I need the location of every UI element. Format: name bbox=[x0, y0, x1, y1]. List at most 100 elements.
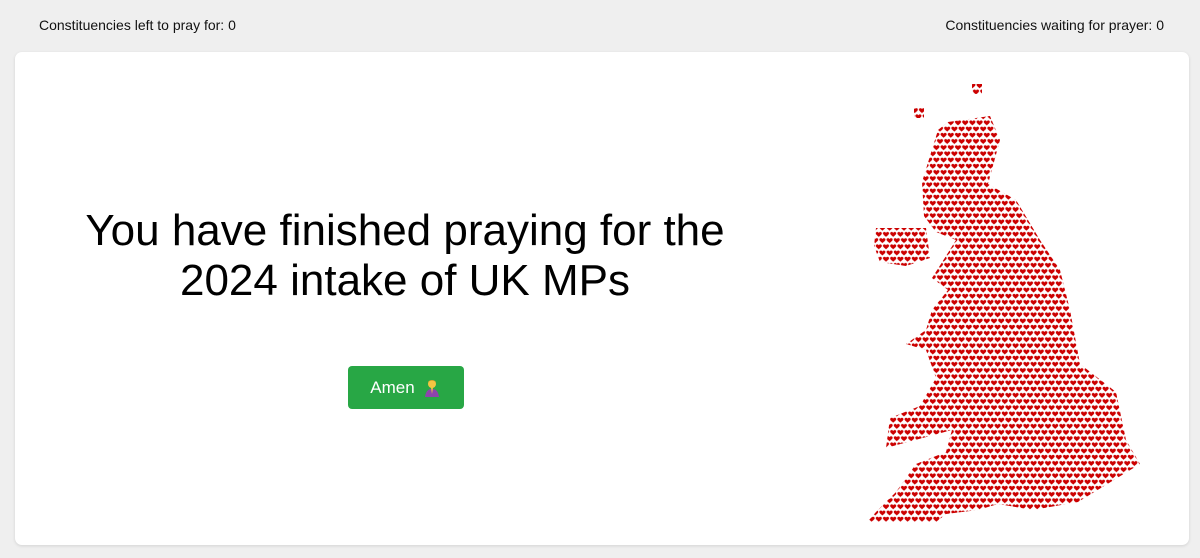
heart-icon bbox=[954, 454, 962, 461]
heart-icon bbox=[903, 157, 912, 164]
heart-icon bbox=[965, 410, 973, 418]
heart-icon bbox=[1051, 324, 1059, 331]
heart-icon bbox=[853, 479, 861, 486]
heart-icon bbox=[840, 133, 846, 138]
heart-icon bbox=[1073, 485, 1081, 492]
heart-icon bbox=[840, 232, 846, 237]
heart-icon bbox=[829, 139, 835, 144]
heart-icon bbox=[1080, 386, 1088, 393]
heart-icon bbox=[1022, 212, 1031, 219]
heart-icon bbox=[939, 330, 948, 337]
heart-icon bbox=[1047, 417, 1056, 424]
heart-icon bbox=[1094, 225, 1103, 232]
heart-icon bbox=[929, 200, 937, 207]
heart-icon bbox=[1040, 231, 1049, 238]
heart-icon bbox=[990, 280, 998, 287]
heart-icon bbox=[1033, 293, 1041, 300]
heart-icon bbox=[1146, 510, 1152, 515]
heart-icon bbox=[903, 379, 912, 387]
heart-icon bbox=[925, 144, 933, 151]
heart-icon bbox=[957, 150, 966, 157]
heart-icon bbox=[1073, 348, 1081, 356]
heart-icon bbox=[1066, 77, 1072, 82]
heart-icon bbox=[832, 133, 838, 138]
heart-icon bbox=[957, 138, 966, 145]
heart-icon bbox=[972, 138, 980, 145]
heart-icon bbox=[1130, 373, 1139, 380]
heart-icon bbox=[986, 386, 995, 393]
heart-icon bbox=[979, 138, 987, 145]
heart-icon bbox=[983, 367, 991, 374]
heart-icon bbox=[1098, 144, 1106, 151]
amen-button[interactable]: Amen bbox=[348, 366, 464, 409]
heart-icon bbox=[889, 355, 897, 362]
heart-icon bbox=[965, 262, 973, 269]
heart-icon bbox=[954, 132, 962, 139]
heart-icon bbox=[871, 287, 879, 294]
heart-icon bbox=[903, 268, 912, 275]
heart-icon bbox=[1112, 84, 1121, 89]
heart-icon bbox=[908, 77, 914, 82]
heart-icon bbox=[889, 218, 897, 226]
heart-icon bbox=[875, 206, 883, 213]
heart-icon bbox=[1127, 318, 1135, 325]
heart-icon bbox=[968, 417, 977, 424]
heart-icon bbox=[986, 175, 995, 182]
heart-icon bbox=[1076, 293, 1085, 300]
heart-icon bbox=[1022, 336, 1031, 343]
heart-icon bbox=[1112, 305, 1121, 312]
heart-icon bbox=[1065, 448, 1074, 455]
heart-icon bbox=[1087, 200, 1095, 207]
heart-icon bbox=[1119, 293, 1128, 300]
heart-icon bbox=[1047, 206, 1056, 213]
heart-icon bbox=[1153, 164, 1158, 169]
heart-icon bbox=[975, 392, 984, 399]
heart-icon bbox=[1142, 195, 1148, 200]
heart-icon bbox=[1055, 280, 1063, 287]
heart-icon bbox=[1062, 491, 1070, 498]
heart-icon bbox=[1112, 355, 1121, 362]
heart-icon bbox=[911, 206, 919, 213]
heart-icon bbox=[961, 466, 969, 473]
heart-icon bbox=[1029, 423, 1038, 430]
heart-icon bbox=[911, 231, 919, 238]
heart-icon bbox=[983, 392, 991, 399]
heart-icon bbox=[872, 77, 878, 82]
heart-icon bbox=[1011, 355, 1020, 362]
heart-icon bbox=[1026, 181, 1034, 188]
uk-heart-map bbox=[829, 77, 1158, 522]
heart-icon bbox=[1134, 181, 1140, 188]
heart-icon bbox=[1153, 449, 1158, 454]
heart-icon bbox=[1073, 423, 1081, 430]
heart-icon bbox=[914, 274, 923, 281]
heart-icon bbox=[1098, 379, 1106, 387]
heart-icon bbox=[836, 486, 842, 491]
heart-icon bbox=[983, 231, 991, 238]
heart-icon bbox=[1134, 119, 1140, 126]
heart-icon bbox=[1051, 249, 1059, 257]
heart-icon bbox=[1083, 355, 1092, 362]
heart-icon bbox=[918, 218, 926, 226]
heart-icon bbox=[1098, 429, 1106, 436]
heart-icon bbox=[918, 516, 926, 522]
heart-icon bbox=[1119, 379, 1128, 387]
heart-icon bbox=[1047, 305, 1056, 312]
heart-icon bbox=[1091, 479, 1099, 486]
heart-icon bbox=[1105, 206, 1113, 213]
heart-icon bbox=[1037, 249, 1045, 257]
heart-icon bbox=[893, 497, 901, 504]
heart-icon bbox=[1123, 509, 1131, 517]
heart-icon bbox=[1065, 485, 1074, 492]
heart-icon bbox=[1116, 311, 1124, 318]
heart-icon bbox=[986, 361, 995, 368]
heart-icon bbox=[1033, 181, 1041, 188]
heart-icon bbox=[1119, 194, 1128, 201]
heart-icon bbox=[1019, 206, 1027, 213]
heart-icon bbox=[885, 485, 894, 492]
heart-icon bbox=[1033, 479, 1041, 486]
heart-icon bbox=[990, 181, 998, 188]
heart-icon bbox=[975, 293, 984, 300]
heart-icon bbox=[939, 516, 948, 522]
heart-icon bbox=[936, 274, 944, 281]
heart-icon bbox=[853, 206, 861, 213]
